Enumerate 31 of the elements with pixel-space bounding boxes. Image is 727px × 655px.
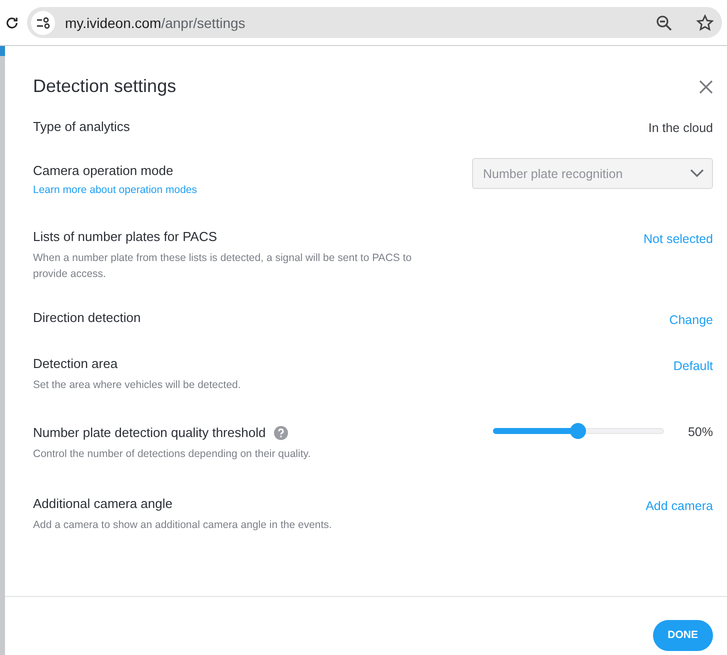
zoom-out-icon[interactable]: [656, 14, 672, 30]
url-path: /anpr/settings: [161, 14, 246, 30]
setting-label: Additional camera angle: [33, 496, 172, 511]
dialog-title: Detection settings: [33, 76, 176, 97]
done-button[interactable]: DONE: [652, 620, 713, 650]
setting-description: Control the number of detections depending on their quality.: [33, 447, 311, 462]
analytics-value: In the cloud: [648, 121, 713, 135]
slider-thumb[interactable]: [570, 423, 586, 439]
setting-label: Lists of number plates for PACS: [33, 229, 218, 244]
setting-description: When a number plate from these lists is detected, a signal will be sent to PACS to provide access.: [33, 251, 413, 282]
setting-label: Number plate detection quality threshold: [33, 425, 266, 440]
setting-label: Camera operation mode: [33, 163, 174, 178]
reload-icon[interactable]: [5, 16, 19, 30]
address-bar[interactable]: my.ivideon.com/anpr/settings: [27, 7, 722, 38]
help-icon[interactable]: [274, 426, 288, 440]
slider[interactable]: [492, 423, 664, 439]
close-button[interactable]: [699, 80, 713, 94]
setting-description: Add a camera to show an additional camera angle in the events.: [33, 518, 332, 533]
setting-description: Set the area where vehicles will be detected.: [33, 378, 241, 393]
setting-link[interactable]: Change: [669, 313, 713, 327]
setting-label: Direction detection: [33, 310, 141, 325]
url-host: my.ivideon.com: [65, 14, 162, 30]
star-icon[interactable]: [696, 14, 714, 32]
slider-value: 50%: [688, 425, 713, 439]
setting-label: Detection area: [33, 356, 118, 371]
chevron-down-icon: [690, 169, 704, 178]
setting-label: Type of analytics: [33, 119, 130, 134]
setting-link[interactable]: Add camera: [646, 499, 713, 513]
setting-link[interactable]: Not selected: [644, 232, 713, 246]
site-settings-icon[interactable]: [31, 10, 55, 34]
setting-link[interactable]: Default: [673, 359, 713, 373]
